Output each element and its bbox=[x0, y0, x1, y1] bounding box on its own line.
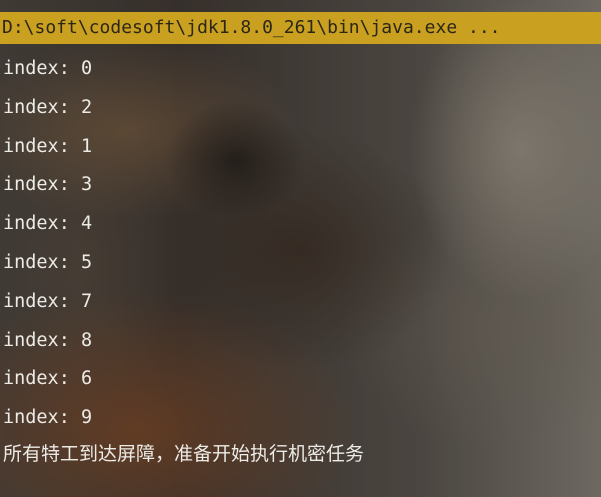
output-line: index: 2 bbox=[3, 96, 93, 118]
output-line: index: 5 bbox=[3, 251, 93, 273]
console-output-panel[interactable]: D:\soft\codesoft\jdk1.8.0_261\bin\java.e… bbox=[0, 0, 601, 497]
output-line: index: 3 bbox=[3, 174, 93, 196]
output-line: index: 8 bbox=[3, 329, 93, 351]
final-message: 所有特工到达屏障，准备开始执行机密任务 bbox=[3, 443, 365, 465]
output-line: index: 1 bbox=[3, 135, 93, 157]
output-line: index: 7 bbox=[3, 290, 93, 312]
output-line: index: 9 bbox=[3, 407, 93, 429]
output-line: index: 4 bbox=[3, 213, 93, 235]
output-line: index: 6 bbox=[3, 368, 93, 390]
command-line: D:\soft\codesoft\jdk1.8.0_261\bin\java.e… bbox=[0, 12, 601, 44]
output-lines: index: 0 index: 2 index: 1 index: 3 inde… bbox=[3, 50, 92, 438]
output-line: index: 0 bbox=[3, 58, 93, 79]
